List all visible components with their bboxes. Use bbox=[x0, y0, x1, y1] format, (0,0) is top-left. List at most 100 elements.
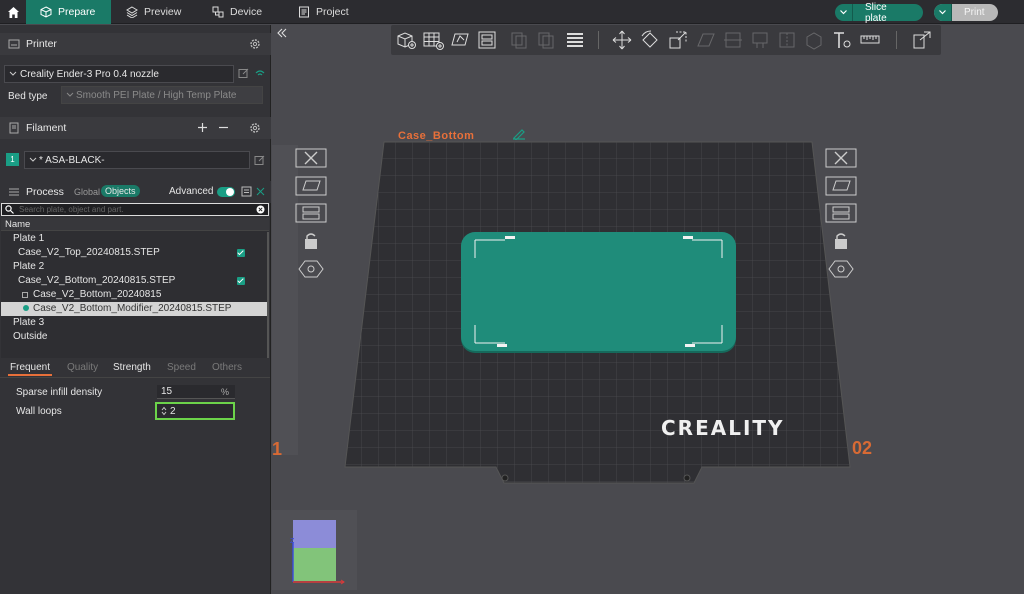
edit-filament-icon[interactable] bbox=[254, 155, 265, 166]
collapse-panel-icon[interactable] bbox=[276, 27, 288, 39]
print-dropdown-chevron-icon[interactable] bbox=[934, 4, 952, 21]
filament-settings-gear-icon[interactable] bbox=[249, 122, 261, 134]
toolbar-divider bbox=[896, 31, 897, 49]
support-painting-icon[interactable] bbox=[749, 29, 771, 51]
print-button[interactable]: Print bbox=[934, 4, 998, 21]
object-visible-checkbox[interactable] bbox=[237, 249, 245, 257]
wall-loops-input[interactable]: 2 bbox=[155, 402, 235, 420]
compare-icon[interactable] bbox=[241, 186, 252, 197]
filament-icon bbox=[9, 122, 19, 134]
bed-type-label: Bed type bbox=[8, 91, 48, 102]
spinner-icon[interactable] bbox=[161, 406, 167, 416]
split-objects-icon[interactable] bbox=[508, 29, 530, 51]
move-icon[interactable] bbox=[611, 29, 633, 51]
plate-settings-icon[interactable] bbox=[824, 258, 858, 280]
slice-plate-label: Slice plate bbox=[864, 1, 887, 24]
text-emboss-icon[interactable] bbox=[831, 29, 853, 51]
tab-preview[interactable]: Preview bbox=[112, 0, 197, 24]
clear-search-icon[interactable] bbox=[256, 205, 265, 214]
arrange-icon[interactable] bbox=[476, 29, 498, 51]
printer-icon bbox=[8, 39, 20, 49]
project-icon bbox=[299, 6, 309, 18]
wall-loops-label: Wall loops bbox=[16, 406, 62, 417]
tab-speed[interactable]: Speed bbox=[167, 362, 196, 373]
seam-painting-icon[interactable] bbox=[776, 29, 798, 51]
lock-plate-icon[interactable] bbox=[824, 230, 858, 252]
tab-project[interactable]: Project bbox=[284, 0, 369, 24]
filament-slot-badge[interactable]: 1 bbox=[6, 153, 19, 166]
tab-strength[interactable]: Strength bbox=[113, 362, 151, 373]
remove-filament-icon[interactable] bbox=[218, 122, 229, 133]
orient-plate-icon[interactable] bbox=[294, 175, 328, 197]
tab-quality[interactable]: Quality bbox=[67, 362, 98, 373]
plate-settings-icon[interactable] bbox=[294, 258, 328, 280]
tree-row-modifier[interactable]: Case_V2_Bottom_Modifier_20240815.STEP bbox=[1, 302, 269, 316]
filament-section-title: Filament bbox=[26, 122, 67, 134]
filament-section-header: Filament bbox=[0, 117, 271, 139]
tree-row-object[interactable]: Case_V2_Top_20240815.STEP bbox=[1, 246, 269, 260]
delete-plate-icon[interactable] bbox=[294, 147, 328, 169]
measure-icon[interactable] bbox=[859, 29, 881, 51]
object-list-scrollbar[interactable] bbox=[267, 232, 269, 358]
sparse-infill-input[interactable]: 15 % bbox=[157, 385, 235, 399]
printer-settings-gear-icon[interactable] bbox=[249, 38, 261, 50]
device-icon bbox=[212, 6, 224, 18]
printer-select[interactable]: Creality Ender-3 Pro 0.4 nozzle bbox=[4, 65, 234, 83]
add-filament-icon[interactable] bbox=[197, 122, 208, 133]
assembly-view-icon[interactable] bbox=[911, 29, 933, 51]
orient-plate-icon[interactable] bbox=[824, 175, 858, 197]
search-icon bbox=[5, 205, 14, 214]
color-painting-icon[interactable] bbox=[803, 29, 825, 51]
tree-row-object[interactable]: Case_V2_Bottom_20240815.STEP bbox=[1, 274, 269, 288]
slice-dropdown-chevron-icon[interactable] bbox=[835, 4, 853, 21]
add-object-icon[interactable] bbox=[395, 29, 417, 51]
arrange-plate-icon[interactable] bbox=[294, 202, 328, 224]
viewport-toolbar bbox=[391, 25, 941, 55]
model-case-bottom[interactable] bbox=[461, 232, 736, 351]
add-plate-icon[interactable] bbox=[422, 29, 444, 51]
tree-row-plate-1[interactable]: Plate 1 bbox=[1, 232, 269, 246]
objects-toggle[interactable]: Objects bbox=[101, 185, 140, 197]
cut-icon[interactable] bbox=[722, 29, 744, 51]
tab-divider bbox=[0, 377, 270, 378]
wifi-icon bbox=[255, 70, 265, 76]
slice-plate-button[interactable]: Slice plate bbox=[835, 1, 923, 24]
tab-prepare[interactable]: Prepare bbox=[26, 0, 111, 24]
filament-select[interactable]: * ASA-BLACK- bbox=[24, 151, 250, 169]
tree-row-part[interactable]: Case_V2_Bottom_20240815 bbox=[1, 288, 269, 302]
home-button[interactable] bbox=[0, 0, 26, 24]
active-tab-underline bbox=[8, 374, 52, 376]
scale-icon[interactable] bbox=[667, 29, 689, 51]
view-cube-panel[interactable]: Z bbox=[272, 510, 357, 590]
part-icon bbox=[22, 292, 28, 298]
tab-others[interactable]: Others bbox=[212, 362, 242, 373]
orient-icon[interactable] bbox=[449, 29, 471, 51]
split-parts-icon[interactable] bbox=[535, 29, 557, 51]
object-search-input[interactable]: Search plate, object and part. bbox=[1, 203, 269, 216]
creality-logo: CREALITY bbox=[661, 416, 785, 440]
process-section-header: Process Global Objects Advanced bbox=[0, 181, 271, 203]
lay-on-face-icon[interactable] bbox=[695, 29, 717, 51]
chevron-down-icon bbox=[29, 157, 37, 162]
tab-device[interactable]: Device bbox=[198, 0, 283, 24]
tree-row-plate-2[interactable]: Plate 2 bbox=[1, 260, 269, 274]
top-bar: Prepare Preview Device Project Slice pla… bbox=[0, 0, 1024, 24]
axis-gizmo-icon bbox=[292, 542, 345, 585]
lock-plate-icon[interactable] bbox=[294, 230, 328, 252]
rename-pencil-icon[interactable] bbox=[512, 128, 526, 140]
bed-type-select[interactable]: Smooth PEI Plate / High Temp Plate bbox=[61, 86, 263, 104]
arrange-plate-icon[interactable] bbox=[824, 202, 858, 224]
object-visible-checkbox[interactable] bbox=[237, 277, 245, 285]
delete-plate-icon[interactable] bbox=[824, 147, 858, 169]
rotate-icon[interactable] bbox=[639, 29, 661, 51]
advanced-toggle[interactable] bbox=[217, 187, 235, 197]
tree-row-outside[interactable]: Outside bbox=[1, 330, 269, 344]
tree-row-plate-3[interactable]: Plate 3 bbox=[1, 316, 269, 330]
global-toggle[interactable]: Global bbox=[74, 187, 100, 197]
3d-viewport[interactable]: 1 CREALITY Case_Bottom 02 Z bbox=[272, 25, 1024, 594]
settings-tree-icon[interactable] bbox=[255, 186, 266, 197]
layers-editing-icon[interactable] bbox=[564, 29, 586, 51]
settings-panel: Printer Creality Ender-3 Pro 0.4 nozzle … bbox=[0, 25, 271, 594]
edit-printer-icon[interactable] bbox=[238, 68, 249, 79]
tab-frequent[interactable]: Frequent bbox=[10, 362, 50, 373]
